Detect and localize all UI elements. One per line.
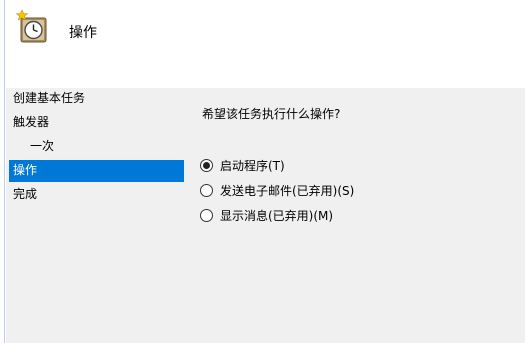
radio-start-program[interactable] — [200, 159, 213, 172]
wizard-body: 创建基本任务 触发器 一次 操作 完成 希望该任务执行什么操作? 启动程序(T)… — [6, 88, 525, 343]
window-left-border — [0, 0, 5, 343]
step-create-basic-task[interactable]: 创建基本任务 — [9, 88, 184, 110]
step-once[interactable]: 一次 — [9, 136, 184, 158]
option-send-email[interactable]: 发送电子邮件(已弃用)(S) — [200, 178, 354, 203]
step-action[interactable]: 操作 — [9, 160, 184, 182]
option-label: 启动程序(T) — [220, 159, 285, 173]
step-finish[interactable]: 完成 — [9, 184, 184, 206]
option-label: 显示消息(已弃用)(M) — [220, 209, 334, 223]
radio-send-email[interactable] — [200, 184, 213, 197]
action-options: 启动程序(T) 发送电子邮件(已弃用)(S) 显示消息(已弃用)(M) — [200, 153, 354, 228]
create-basic-task-wizard: 操作 创建基本任务 触发器 一次 操作 完成 希望该任务执行什么操作? 启动程序… — [0, 0, 525, 343]
task-clock-icon — [16, 10, 47, 43]
wizard-header: 操作 — [6, 0, 525, 88]
radio-display-message[interactable] — [200, 209, 213, 222]
page-title: 操作 — [69, 25, 97, 41]
wizard-steps: 创建基本任务 触发器 一次 操作 完成 — [6, 88, 186, 343]
action-question: 希望该任务执行什么操作? — [202, 107, 341, 121]
option-display-message[interactable]: 显示消息(已弃用)(M) — [200, 203, 354, 228]
step-trigger[interactable]: 触发器 — [9, 112, 184, 134]
option-start-program[interactable]: 启动程序(T) — [200, 153, 354, 178]
option-label: 发送电子邮件(已弃用)(S) — [220, 184, 355, 198]
